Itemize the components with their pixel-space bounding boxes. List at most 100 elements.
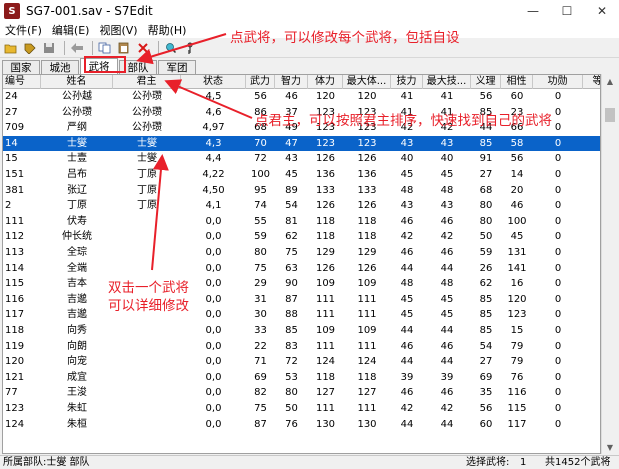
table-row[interactable]: 115 吉本 0,0 29 90 109 109 48 48 62 16 0 1 [3,276,600,292]
delete-icon[interactable] [135,40,151,56]
load-icon[interactable] [22,40,38,56]
table-row[interactable]: 121 成宜 0,0 69 53 118 118 39 39 69 76 0 1 [3,370,600,386]
table-cell: 85 [479,309,493,321]
table-cell: 136 [357,169,377,180]
column-header[interactable]: 义理 [471,75,501,89]
table-row[interactable]: 117 吉邈 0,0 30 88 111 111 45 45 85 123 0 1 [3,307,600,323]
table-cell: 45 [510,231,524,243]
table-cell: 45 [400,293,414,305]
table-row[interactable]: 119 向朗 0,0 22 83 111 111 46 46 54 79 0 1 [3,339,600,355]
scroll-up-icon[interactable]: ▲ [602,74,618,88]
column-header[interactable]: 编号 [3,75,41,89]
menu-view[interactable]: 视图(V) [94,22,142,38]
table-row[interactable]: 112 仲长统 0,0 59 62 118 118 42 42 50 45 0 1 [3,229,600,245]
open-folder-icon[interactable] [3,40,19,56]
table-cell: 39 [400,371,414,383]
table-cell: 45 [285,169,298,180]
key-icon[interactable] [182,40,198,56]
table-row[interactable]: 116 吉邈 0,0 31 87 111 111 45 45 85 120 0 1 [3,292,600,308]
column-header[interactable]: 姓名 [41,75,113,89]
table-cell: 81 [285,215,298,227]
column-header[interactable]: 等级 [583,75,601,89]
copy-icon[interactable] [97,40,113,56]
table-cell: 56 [254,91,267,102]
column-header[interactable]: 相性 [501,75,533,89]
table-cell: 129 [357,247,377,258]
paste-icon[interactable] [116,40,132,56]
column-header[interactable]: 功勋 [533,75,583,89]
table-cell: 118 [5,325,25,336]
table-row[interactable]: 15 士壹 士燮 4,4 72 43 126 126 40 40 91 56 0 1 [3,151,600,167]
table-cell: 126 [315,200,336,212]
table-cell: 121 [5,371,25,383]
table-cell: 111 [357,309,377,321]
table-cell: 吉本 [67,278,87,290]
scroll-down-icon[interactable]: ▼ [602,440,618,454]
table-cell: 85 [285,325,298,336]
table-cell [113,354,181,370]
scroll-thumb[interactable] [605,108,615,122]
table-cell: 85 [479,293,493,305]
table-cell: 丁原 [137,200,157,212]
table-cell [113,214,181,230]
table-row[interactable]: 111 伏寿 0,0 55 81 118 118 46 46 80 100 0 1 [3,214,600,230]
table-cell: 0 [554,340,562,352]
table-row[interactable]: 2 丁原 丁原 4,1 74 54 126 126 43 43 80 46 0 1 [3,198,600,214]
table-cell: 126 [315,153,336,165]
vertical-scrollbar[interactable]: ▲ ▼ [601,74,617,454]
column-header[interactable]: 最大技... [423,75,471,89]
table-cell: 15 [510,325,524,336]
menu-help[interactable]: 帮助(H) [143,22,192,38]
table-cell: 130 [357,418,377,430]
column-header[interactable]: 智力 [275,75,308,89]
column-header[interactable]: 武力 [246,75,275,89]
table-cell: 118 [315,231,336,243]
table-row[interactable]: 14 士燮 士燮 4,3 70 47 123 123 43 43 85 58 0 1 [3,135,600,152]
table-row[interactable]: 24 公孙越 公孙瓒 4,5 56 46 120 120 41 41 56 60 0 1 [3,89,600,105]
table-cell: 士燮 [137,153,157,165]
table-row[interactable]: 381 张辽 丁原 4,50 95 89 133 133 48 48 68 20 0 1 [3,183,600,199]
table-row[interactable]: 77 王浚 0,0 82 80 127 127 46 46 35 116 0 1 [3,385,600,401]
search-icon[interactable] [163,40,179,56]
table-cell: 44 [400,262,414,274]
table-row[interactable]: 113 全琮 0,0 80 75 129 129 46 46 59 131 0 1 [3,245,600,261]
table-row[interactable]: 114 全端 0,0 75 63 126 126 44 44 26 141 0 1 [3,261,600,277]
table-row[interactable]: 151 吕布 丁原 4,22 100 45 136 136 45 45 27 14 0 1 [3,167,600,183]
column-header[interactable]: 技力 [391,75,423,89]
table-cell: 50 [285,403,298,414]
minimize-button[interactable]: — [516,0,550,22]
table-cell: 0,0 [205,371,222,383]
column-header[interactable]: 状态 [181,75,246,89]
table-row[interactable]: 120 向宠 0,0 71 72 124 124 44 44 27 79 0 1 [3,354,600,370]
status-selected-label: 选择武将: [466,457,510,468]
table-cell: 24 [5,91,18,102]
menu-edit[interactable]: 编辑(E) [47,22,95,38]
tab-country[interactable]: 国家 [2,60,40,74]
table-row[interactable]: 124 朱桓 0,0 87 76 130 130 44 44 60 117 0 1 [3,417,600,433]
table-cell: 54 [285,200,298,212]
table-cell: 47 [285,137,298,149]
column-header[interactable]: 君主 [113,75,181,89]
table-cell: 0 [554,293,562,305]
table-cell: 117 [5,309,25,321]
column-header[interactable]: 最大体... [343,75,391,89]
table-cell: 26 [479,262,493,274]
maximize-button[interactable]: ☐ [550,0,584,22]
table-cell: 吉邈 [67,309,87,321]
close-button[interactable]: ✕ [585,0,619,22]
table-cell: 127 [315,387,336,399]
table-cell: 62 [479,278,493,290]
window-title: SG7-001.sav - S7Edit [26,4,153,18]
menu-file[interactable]: 文件(F) [0,22,47,38]
back-arrow-icon[interactable] [69,40,85,56]
table-cell: 1 [583,105,601,121]
app-icon: S [4,3,20,19]
table-row[interactable]: 118 向秀 0,0 33 85 109 109 44 44 85 15 0 1 [3,323,600,339]
tab-corps[interactable]: 军团 [158,60,196,74]
save-icon[interactable] [41,40,57,56]
column-header[interactable]: 体力 [308,75,343,89]
status-total: 共1452个武将 [545,457,611,468]
table-row[interactable]: 123 朱虹 0,0 75 50 111 111 42 42 56 115 0 1 [3,401,600,417]
table-cell: 54 [479,340,493,352]
tab-city[interactable]: 城池 [41,60,79,74]
